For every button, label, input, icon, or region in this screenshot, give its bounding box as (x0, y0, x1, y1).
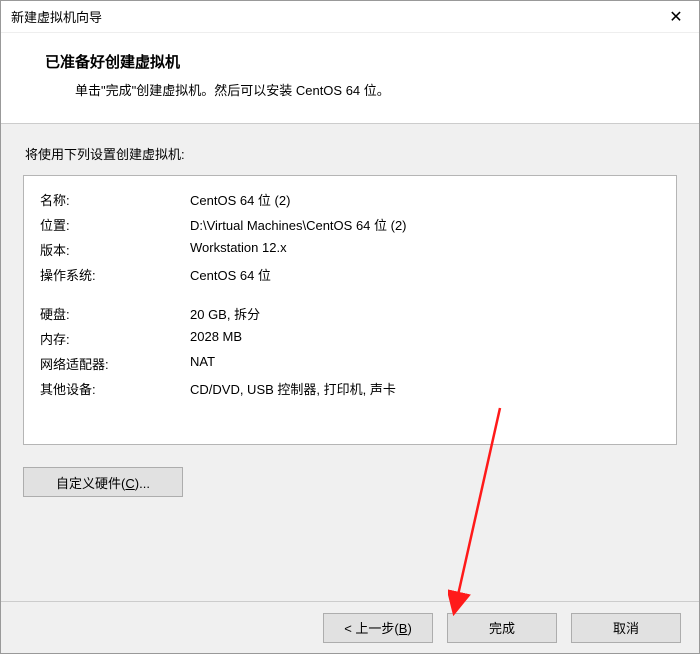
setting-value: NAT (190, 354, 660, 373)
setting-value: Workstation 12.x (190, 240, 660, 259)
button-hotkey: C (125, 476, 134, 491)
window-titlebar: 新建虚拟机向导 ✕ (1, 1, 699, 33)
button-label: 完成 (489, 621, 515, 636)
setting-value: 20 GB, 拆分 (190, 304, 660, 323)
setting-row-other: 其他设备: CD/DVD, USB 控制器, 打印机, 声卡 (40, 379, 660, 398)
wizard-footer: < 上一步(B) 完成 取消 (1, 601, 699, 653)
customize-row: 自定义硬件(C)... (23, 467, 677, 497)
setting-value: CD/DVD, USB 控制器, 打印机, 声卡 (190, 379, 660, 398)
row-spacer (40, 290, 660, 304)
window-title: 新建虚拟机向导 (11, 7, 102, 26)
setting-label: 名称: (40, 190, 190, 209)
setting-label: 网络适配器: (40, 354, 190, 373)
back-button[interactable]: < 上一步(B) (323, 613, 433, 643)
setting-label: 硬盘: (40, 304, 190, 323)
wizard-header: 已准备好创建虚拟机 单击"完成"创建虚拟机。然后可以安装 CentOS 64 位… (1, 33, 699, 124)
customize-hardware-button[interactable]: 自定义硬件(C)... (23, 467, 183, 497)
setting-row-disk: 硬盘: 20 GB, 拆分 (40, 304, 660, 323)
setting-label: 操作系统: (40, 265, 190, 284)
setting-value: CentOS 64 位 (2) (190, 190, 660, 209)
setting-label: 其他设备: (40, 379, 190, 398)
cancel-button[interactable]: 取消 (571, 613, 681, 643)
finish-button[interactable]: 完成 (447, 613, 557, 643)
settings-panel: 名称: CentOS 64 位 (2) 位置: D:\Virtual Machi… (23, 175, 677, 445)
setting-value: 2028 MB (190, 329, 660, 348)
setting-label: 版本: (40, 240, 190, 259)
setting-label: 内存: (40, 329, 190, 348)
setting-label: 位置: (40, 215, 190, 234)
setting-row-network: 网络适配器: NAT (40, 354, 660, 373)
setting-row-version: 版本: Workstation 12.x (40, 240, 660, 259)
button-label-prefix: 自定义硬件( (56, 476, 125, 491)
wizard-body: 将使用下列设置创建虚拟机: 名称: CentOS 64 位 (2) 位置: D:… (1, 124, 699, 602)
button-label-suffix: )... (135, 476, 150, 491)
header-description: 单击"完成"创建虚拟机。然后可以安装 CentOS 64 位。 (45, 80, 689, 99)
setting-row-memory: 内存: 2028 MB (40, 329, 660, 348)
setting-value: D:\Virtual Machines\CentOS 64 位 (2) (190, 215, 660, 234)
setting-value: CentOS 64 位 (190, 265, 660, 284)
button-label-prefix: < 上一步( (344, 621, 399, 636)
settings-intro: 将使用下列设置创建虚拟机: (25, 144, 677, 163)
setting-row-location: 位置: D:\Virtual Machines\CentOS 64 位 (2) (40, 215, 660, 234)
button-label-suffix: ) (407, 621, 411, 636)
button-label: 取消 (613, 621, 639, 636)
setting-row-name: 名称: CentOS 64 位 (2) (40, 190, 660, 209)
close-icon: ✕ (669, 7, 682, 27)
setting-row-os: 操作系统: CentOS 64 位 (40, 265, 660, 284)
close-button[interactable]: ✕ (653, 1, 699, 33)
header-title: 已准备好创建虚拟机 (45, 51, 689, 72)
